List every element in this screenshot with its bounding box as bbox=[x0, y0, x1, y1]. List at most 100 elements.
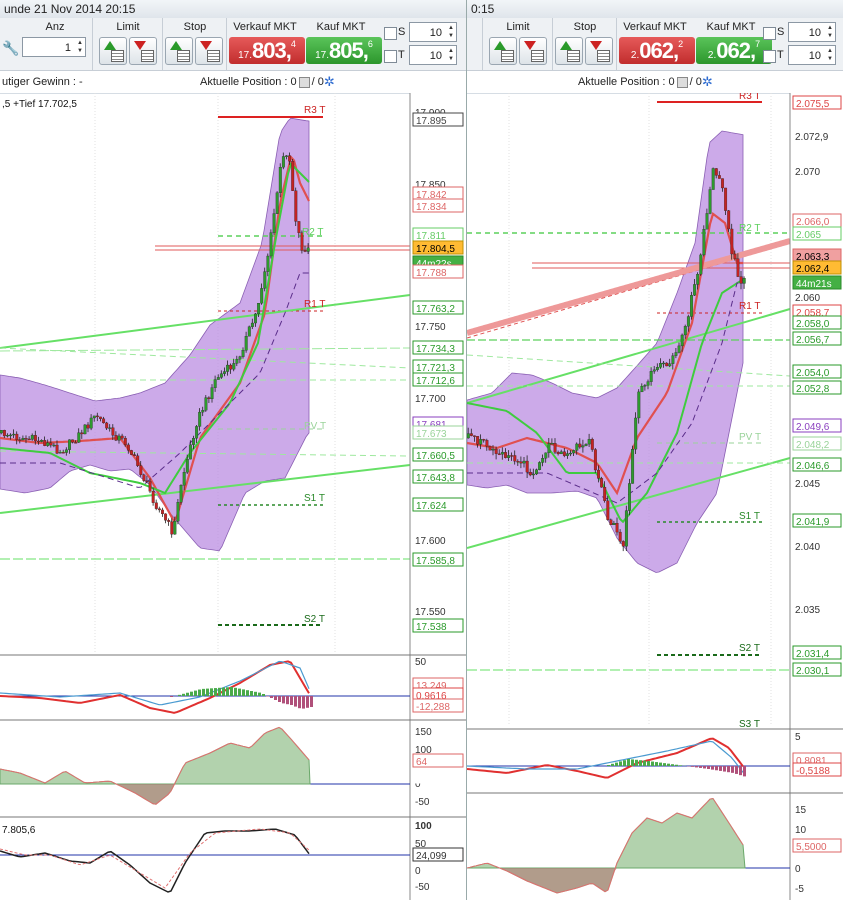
candle bbox=[507, 455, 511, 458]
histogram-bar bbox=[671, 764, 674, 766]
histogram-bar bbox=[695, 766, 698, 768]
candle bbox=[83, 424, 87, 435]
stop-checkbox-label: S bbox=[777, 26, 785, 38]
stop-sell-button[interactable] bbox=[195, 37, 223, 65]
histogram-bar bbox=[230, 687, 233, 696]
price-marker-label: 17.712,6 bbox=[416, 376, 455, 387]
candle bbox=[488, 446, 492, 451]
stop-distance-stepper[interactable]: 10 bbox=[788, 22, 836, 42]
sell-market-button[interactable]: 17.803,4 bbox=[229, 37, 305, 64]
candle bbox=[640, 386, 644, 393]
stop-checkbox[interactable] bbox=[763, 27, 776, 40]
target-checkbox[interactable] bbox=[384, 50, 397, 63]
oscillator-line bbox=[0, 828, 310, 889]
candle bbox=[161, 509, 164, 515]
buy-market-button[interactable]: 17.805,6 bbox=[306, 37, 382, 64]
stop-buy-button[interactable] bbox=[165, 37, 193, 65]
price-chart[interactable]: R3 T R2 T R1 T PV T S1 T S2 T S3 T 2.072,9 2.070… bbox=[467, 93, 843, 900]
sell-market-label: Verkauf MKT bbox=[233, 21, 297, 33]
target-checkbox[interactable] bbox=[763, 50, 776, 63]
axis-tick-label: 17.700 bbox=[415, 394, 446, 405]
market-group: Verkauf MKT Kauf MKT 17.803,4 17.805,6 bbox=[226, 18, 382, 70]
candle bbox=[631, 449, 635, 484]
limit-buy-button[interactable] bbox=[489, 37, 517, 65]
stop-sell-button[interactable] bbox=[585, 37, 613, 65]
position-infobar: Aktuelle Position : 0/ 0✲ bbox=[467, 71, 843, 94]
histogram-bar bbox=[727, 766, 730, 773]
indicator-tick-label: 50 bbox=[415, 657, 427, 668]
gear-icon[interactable]: ✲ bbox=[702, 74, 713, 89]
price-marker-label: 17.895 bbox=[416, 116, 447, 127]
limit-sell-button[interactable] bbox=[129, 37, 157, 65]
histogram-bar bbox=[743, 766, 746, 777]
candle bbox=[500, 452, 504, 455]
limit-sell-button[interactable] bbox=[519, 37, 547, 65]
candle bbox=[244, 336, 248, 351]
candle bbox=[37, 440, 40, 443]
quantity-stepper[interactable]: 1 bbox=[22, 37, 86, 57]
limit-group: Limit bbox=[92, 18, 163, 70]
candle bbox=[179, 485, 183, 503]
candle bbox=[148, 481, 152, 492]
candle bbox=[736, 258, 740, 277]
pivot-level-label: R2 T bbox=[739, 223, 761, 234]
histogram-bar bbox=[270, 696, 273, 698]
histogram-bar bbox=[659, 762, 662, 766]
gear-icon[interactable]: ✲ bbox=[324, 74, 335, 89]
candle bbox=[584, 443, 588, 446]
candle bbox=[504, 452, 507, 458]
histogram-bar bbox=[631, 759, 634, 766]
candle bbox=[27, 438, 31, 441]
limit-label: Limit bbox=[116, 21, 140, 33]
candle bbox=[229, 364, 233, 370]
axis-tick-label: 2.040 bbox=[795, 542, 820, 553]
candle bbox=[637, 391, 641, 419]
candle bbox=[575, 443, 579, 451]
sell-market-button[interactable]: 2.062,2 bbox=[619, 37, 695, 64]
pivot-level-label: S3 T bbox=[739, 719, 760, 730]
position-infobar: utiger Gewinn : - Aktuelle Position : 0/… bbox=[0, 71, 466, 94]
candle bbox=[12, 433, 16, 436]
stop-checkbox[interactable] bbox=[384, 27, 397, 40]
candle bbox=[130, 450, 133, 455]
candle bbox=[216, 377, 220, 380]
candle bbox=[668, 363, 672, 367]
histogram-bar bbox=[246, 690, 249, 696]
histogram-bar bbox=[699, 766, 702, 768]
limit-buy-button[interactable] bbox=[99, 37, 127, 65]
window-title: 0:15 bbox=[471, 2, 495, 16]
stop-buy-button[interactable] bbox=[555, 37, 583, 65]
close-position-icon[interactable] bbox=[676, 76, 688, 88]
candle bbox=[655, 367, 659, 370]
oscillator-line bbox=[0, 828, 310, 893]
candle bbox=[18, 439, 22, 441]
histogram-bar bbox=[214, 688, 217, 696]
momentum-negative-area bbox=[0, 784, 310, 805]
candle bbox=[77, 432, 81, 443]
price-marker-label: 2.030,1 bbox=[796, 666, 830, 677]
candle bbox=[510, 455, 514, 457]
buy-market-button[interactable]: 2.062,7 bbox=[696, 37, 772, 64]
pivot-level-label: R3 T bbox=[739, 93, 761, 102]
histogram-bar bbox=[194, 690, 197, 696]
histogram-bar bbox=[286, 696, 289, 705]
target-distance-stepper[interactable]: 10 bbox=[409, 45, 457, 65]
candle bbox=[111, 427, 115, 436]
oscillator-line bbox=[467, 737, 744, 779]
close-position-icon[interactable] bbox=[298, 76, 310, 88]
price-marker-label: 2.041,9 bbox=[796, 517, 830, 528]
price-chart[interactable]: R3 TR2 TR1 TPV TS1 TS2 T17.90017.85017.7… bbox=[0, 93, 466, 900]
price-marker-label: 17.660,5 bbox=[416, 451, 455, 462]
stop-distance-stepper[interactable]: 10 bbox=[409, 22, 457, 42]
pivot-level-label: S1 T bbox=[304, 493, 325, 504]
histogram-bar bbox=[294, 696, 297, 707]
wrench-icon[interactable]: 🔧 bbox=[2, 40, 19, 57]
candle bbox=[0, 429, 3, 434]
candle bbox=[226, 364, 230, 372]
candle bbox=[15, 433, 19, 440]
candle bbox=[467, 433, 470, 439]
target-distance-stepper[interactable]: 10 bbox=[788, 45, 836, 65]
histogram-bar bbox=[202, 688, 205, 696]
candle bbox=[303, 250, 307, 252]
price-marker-label: 2.052,8 bbox=[796, 384, 830, 395]
